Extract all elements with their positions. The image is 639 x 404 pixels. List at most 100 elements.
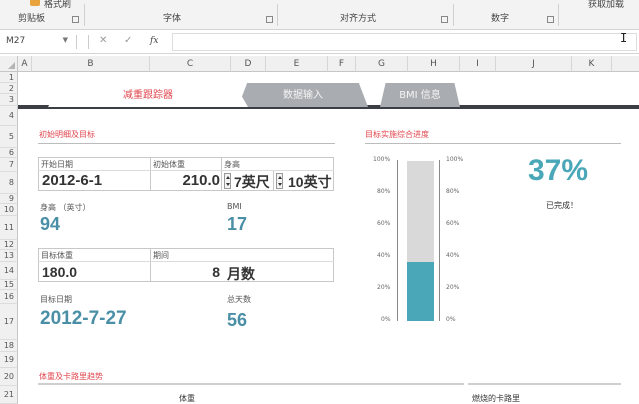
insert-function-icon[interactable]: fx — [150, 36, 158, 46]
group-alignment: 对齐方式 — [340, 14, 377, 24]
height-label: 身高 — [224, 160, 240, 169]
cancel-icon[interactable]: ✕ — [99, 35, 107, 46]
height-feet-value[interactable]: 7英尺 — [234, 172, 270, 192]
tab-label: 减重跟踪器 — [123, 90, 173, 101]
row-header[interactable]: 6 — [0, 148, 18, 158]
row-header[interactable]: 18 — [0, 340, 18, 352]
progress-section-title: 目标实施综合进度 — [365, 130, 429, 139]
row-header[interactable]: 9 — [0, 194, 18, 204]
period-unit: 月数 — [227, 266, 255, 282]
name-box[interactable]: M27 ▼ — [2, 34, 70, 50]
row-header[interactable]: 12 — [0, 240, 18, 250]
enter-icon[interactable]: ✓ — [124, 35, 132, 46]
tab-label: 数据输入 — [283, 90, 323, 101]
divider — [38, 170, 334, 171]
column-header[interactable]: G — [356, 56, 408, 72]
weight-chart-header: 体重 — [179, 394, 195, 403]
row-header[interactable]: 3 — [0, 94, 18, 106]
formula-input[interactable] — [172, 33, 637, 51]
format-painter-icon[interactable] — [30, 0, 40, 6]
section-rule — [365, 143, 621, 144]
progress-bar-fill — [407, 262, 434, 321]
get-addins-label[interactable]: 获取加载 — [588, 0, 624, 10]
formula-bar: M27 ▼ ✕ ✓ fx — [0, 30, 639, 54]
alignment-launcher-icon[interactable] — [441, 16, 448, 23]
number-launcher-icon[interactable] — [547, 16, 554, 23]
tick-label-right: 80% — [446, 188, 460, 195]
row-header[interactable]: 16 — [0, 290, 18, 304]
tick-label-left: 0% — [381, 316, 391, 323]
tick-label-left: 60% — [377, 220, 391, 227]
target-weight-label: 目标体重 — [41, 251, 73, 260]
row-header[interactable]: 20 — [0, 368, 18, 386]
details-box-2 — [38, 248, 334, 282]
group-font: 字体 — [163, 14, 182, 24]
format-painter-label[interactable]: 格式刷 — [44, 0, 71, 10]
row-header[interactable]: 14 — [0, 262, 18, 280]
column-header[interactable]: B — [32, 56, 150, 72]
text-cursor-icon: I — [620, 31, 628, 45]
column-header[interactable]: E — [266, 56, 328, 72]
tick-label-right: 40% — [446, 252, 460, 259]
trend-section-title: 体重及卡路里趋势 — [39, 372, 103, 381]
ribbon-separator — [277, 4, 278, 26]
height-inches-value[interactable]: 10英寸 — [288, 172, 332, 192]
row-header[interactable]: 21 — [0, 386, 18, 404]
start-weight-label: 初始体重 — [153, 160, 185, 169]
bmi-value: 17 — [227, 214, 248, 234]
select-all-corner[interactable] — [0, 56, 18, 72]
tab-weight-tracker[interactable]: 减重跟踪器 — [48, 83, 248, 107]
ribbon-separator — [84, 4, 85, 26]
tick-label-left: 40% — [377, 252, 391, 259]
name-box-value: M27 — [6, 36, 26, 46]
completed-label: 已完成！ — [546, 201, 578, 210]
ribbon-separator — [453, 4, 454, 26]
column-header[interactable]: C — [150, 56, 231, 72]
column-header[interactable]: A — [18, 56, 32, 72]
total-days-value: 56 — [227, 310, 248, 330]
chevron-down-icon[interactable]: ▼ — [63, 36, 68, 44]
height-spinner[interactable] — [276, 173, 283, 189]
divider — [150, 248, 151, 282]
row-header[interactable]: 13 — [0, 250, 18, 262]
tick-label-right: 60% — [446, 220, 460, 227]
tab-data-entry[interactable]: 数据输入 — [238, 83, 368, 107]
row-header[interactable]: 15 — [0, 280, 18, 290]
column-header[interactable]: I — [460, 56, 496, 72]
group-number: 数字 — [491, 14, 510, 24]
row-header[interactable]: 4 — [0, 106, 18, 126]
weight-spinner[interactable] — [224, 173, 231, 189]
column-header[interactable]: H — [408, 56, 460, 72]
row-header[interactable]: 7 — [0, 158, 18, 172]
row-header[interactable]: 17 — [0, 304, 18, 340]
clipboard-launcher-icon[interactable] — [72, 16, 79, 23]
column-header[interactable]: K — [572, 56, 612, 72]
ribbon: 格式刷 获取加载 剪贴板 字体 对齐方式 数字 — [0, 0, 639, 30]
tab-bmi-info[interactable]: BMI 信息 — [380, 83, 460, 107]
target-weight-value[interactable]: 180.0 — [42, 264, 77, 280]
tick-label-right: 0% — [446, 316, 456, 323]
start-weight-value[interactable]: 210.0 — [180, 172, 220, 189]
column-header[interactable]: J — [496, 56, 572, 72]
column-header — [612, 56, 639, 72]
row-header[interactable]: 5 — [0, 126, 18, 148]
divider — [273, 170, 274, 191]
font-launcher-icon[interactable] — [266, 16, 273, 23]
period-value[interactable]: 8 — [200, 264, 220, 280]
row-header[interactable]: 8 — [0, 172, 18, 194]
tick-label-left: 20% — [377, 284, 391, 291]
column-header[interactable]: F — [328, 56, 356, 72]
row-header[interactable]: 19 — [0, 352, 18, 368]
row-header[interactable]: 1 — [0, 72, 18, 83]
calories-chart-header: 燃烧的卡路里 — [472, 394, 520, 403]
height-inches-total: 94 — [40, 214, 61, 234]
start-date-value[interactable]: 2012-6-1 — [42, 172, 102, 189]
target-date-value: 2012-7-27 — [40, 308, 127, 329]
section-rule — [38, 383, 464, 385]
section-rule — [38, 143, 335, 144]
divider — [150, 157, 151, 191]
row-header[interactable]: 10 — [0, 204, 18, 216]
row-header[interactable]: 2 — [0, 83, 18, 94]
row-header[interactable]: 11 — [0, 216, 18, 240]
column-header[interactable]: D — [231, 56, 266, 72]
